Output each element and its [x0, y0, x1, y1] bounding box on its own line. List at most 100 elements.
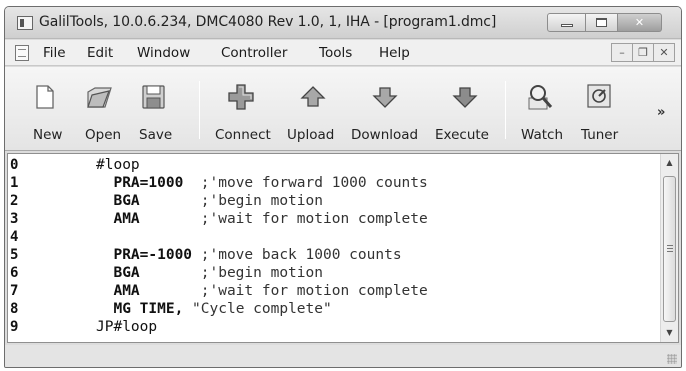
new-document-icon [36, 85, 54, 109]
vertical-scrollbar[interactable]: ▲ ▼ [660, 154, 678, 342]
watch-label: Watch [521, 127, 564, 143]
code-line[interactable]: BGA ;'begin motion [96, 264, 323, 282]
download-arrow-icon [372, 87, 398, 108]
open-folder-icon [87, 87, 112, 108]
code-line[interactable]: AMA ;'wait for motion complete [96, 210, 428, 228]
code-command: AMA [96, 283, 140, 299]
caption-buttons: ✕ [547, 13, 662, 33]
toolbar-overflow-button[interactable]: » [657, 105, 666, 120]
code-command: JP#loop [96, 319, 158, 335]
triangle-down-icon: ▼ [666, 328, 673, 337]
menu-edit[interactable]: Edit [87, 45, 113, 61]
code-line[interactable]: BGA ;'begin motion [96, 192, 323, 210]
code-command: BGA [96, 193, 140, 209]
line-number: 3 [10, 211, 19, 227]
code-comment: ;'begin motion [139, 265, 323, 281]
execute-arrow-icon [452, 87, 478, 108]
code-string: "Cycle complete" [183, 301, 332, 317]
toolbar: New Open Save Connect Upload Download Ex… [5, 67, 681, 151]
code-line[interactable]: AMA ;'wait for motion complete [96, 282, 428, 300]
status-bar [5, 345, 681, 367]
line-number: 8 [10, 301, 19, 317]
scroll-up-button[interactable]: ▲ [661, 154, 678, 171]
code-comment: ;'wait for motion complete [139, 283, 428, 299]
restore-icon: ❐ [638, 46, 648, 59]
mdi-minimize-button[interactable]: – [611, 43, 633, 62]
minimize-button[interactable] [547, 13, 586, 32]
code-line[interactable]: PRA=1000 ;'move forward 1000 counts [96, 174, 428, 192]
document-icon[interactable] [15, 45, 29, 61]
scroll-down-button[interactable]: ▼ [661, 324, 678, 341]
menu-controller[interactable]: Controller [221, 45, 287, 61]
code-comment: ;'move back 1000 counts [192, 247, 402, 263]
maximize-button[interactable] [586, 13, 618, 32]
code-line[interactable]: MG TIME, "Cycle complete" [96, 300, 332, 318]
execute-label: Execute [435, 127, 489, 143]
code-command: AMA [96, 211, 140, 227]
code-comment: ;'move forward 1000 counts [183, 175, 428, 191]
toolbar-separator [505, 81, 506, 139]
open-button[interactable]: Open [75, 67, 122, 151]
line-number: 6 [10, 265, 19, 281]
menu-help[interactable]: Help [379, 45, 410, 61]
new-label: New [33, 127, 63, 143]
watch-button[interactable]: Watch [515, 67, 565, 151]
menu-tools[interactable]: Tools [319, 45, 352, 61]
connect-button[interactable]: Connect [211, 67, 273, 151]
line-number: 1 [10, 175, 19, 191]
line-number: 4 [10, 229, 19, 245]
connect-label: Connect [215, 127, 271, 143]
line-number: 7 [10, 283, 19, 299]
new-button[interactable]: New [21, 67, 63, 151]
mdi-buttons: – ❐ ✕ [611, 43, 675, 62]
line-number: 2 [10, 193, 19, 209]
title-bar[interactable]: GalilTools, 10.0.6.234, DMC4080 Rev 1.0,… [5, 7, 681, 39]
line-number: 5 [10, 247, 19, 263]
resize-grip-icon[interactable] [667, 354, 677, 364]
upload-label: Upload [287, 127, 335, 143]
toolbar-separator [199, 81, 200, 139]
code-command: MG TIME, [96, 301, 184, 317]
app-icon [17, 16, 33, 30]
mdi-close-button[interactable]: ✕ [653, 43, 675, 62]
code-editor[interactable]: 0 1 2 3 4 5 6 7 8 9 #loop PRA=1000 ;'mov… [7, 153, 679, 343]
menu-file[interactable]: File [43, 45, 66, 61]
tuner-label: Tuner [581, 127, 619, 143]
scrollbar-thumb[interactable] [663, 176, 676, 322]
close-button[interactable]: ✕ [618, 13, 662, 32]
line-number: 9 [10, 319, 19, 335]
tuner-icon [587, 84, 611, 108]
download-label: Download [351, 127, 419, 143]
upload-arrow-icon [300, 86, 326, 107]
floppy-disk-icon [142, 85, 165, 109]
maximize-icon [596, 18, 607, 27]
code-comment: ;'begin motion [139, 193, 323, 209]
magnifier-watch-icon [528, 85, 553, 110]
window-title: GalilTools, 10.0.6.234, DMC4080 Rev 1.0,… [39, 14, 497, 30]
minimize-icon: – [619, 46, 625, 59]
mdi-restore-button[interactable]: ❐ [632, 43, 654, 62]
save-button[interactable]: Save [127, 67, 173, 151]
close-icon: ✕ [634, 16, 645, 29]
connect-plus-icon [228, 84, 254, 110]
code-command: PRA=1000 [96, 175, 184, 191]
minimize-icon [560, 23, 573, 27]
code-comment: ;'wait for motion complete [139, 211, 428, 227]
code-line[interactable]: PRA=-1000 ;'move back 1000 counts [96, 246, 402, 264]
menu-window[interactable]: Window [137, 45, 190, 61]
line-number: 0 [10, 157, 19, 173]
code-command: PRA=-1000 [96, 247, 193, 263]
code-command: #loop [96, 157, 140, 173]
execute-button[interactable]: Execute [431, 67, 495, 151]
upload-button[interactable]: Upload [283, 67, 339, 151]
tuner-button[interactable]: Tuner [577, 67, 625, 151]
code-line[interactable]: #loop [96, 156, 140, 174]
open-label: Open [85, 127, 122, 143]
code-line[interactable]: JP#loop [96, 318, 157, 336]
download-button[interactable]: Download [349, 67, 421, 151]
code-command: BGA [96, 265, 140, 281]
save-label: Save [139, 127, 173, 143]
grip-icon [667, 245, 673, 252]
app-window: GalilTools, 10.0.6.234, DMC4080 Rev 1.0,… [4, 6, 682, 368]
triangle-up-icon: ▲ [666, 158, 673, 167]
